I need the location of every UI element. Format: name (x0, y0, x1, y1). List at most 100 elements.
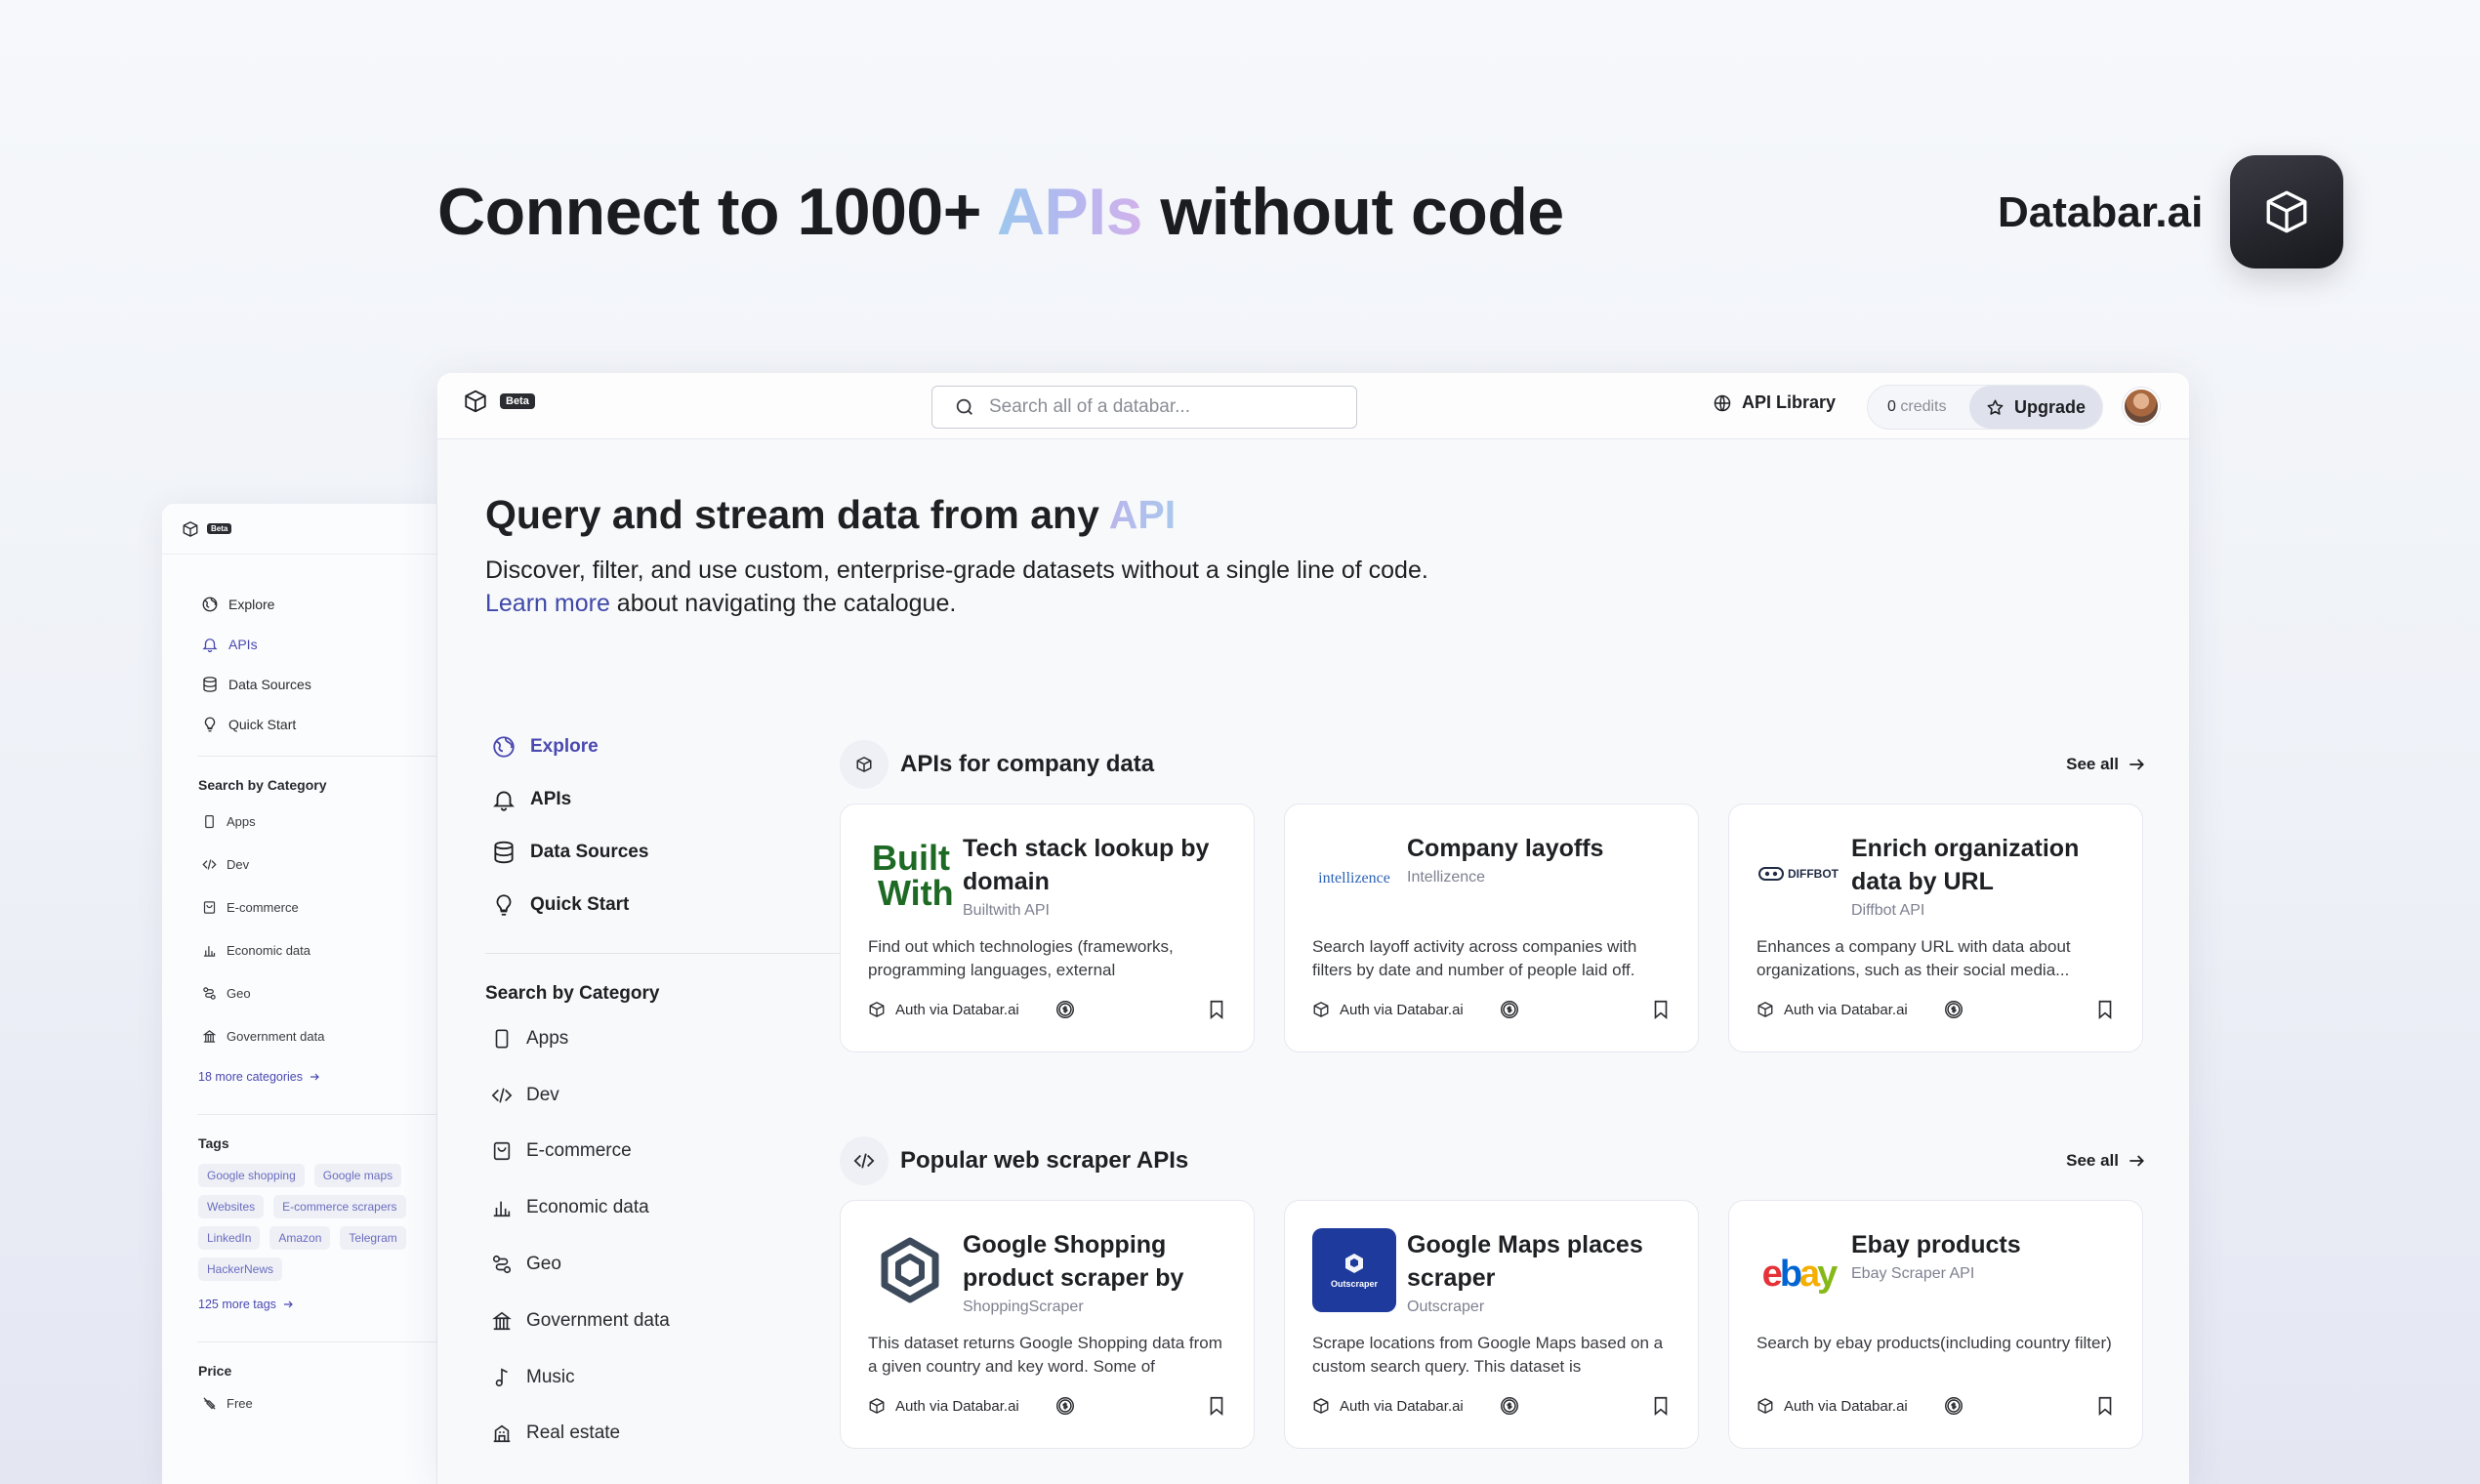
api-card[interactable]: DIFFBOT Enrich organization data by URL … (1728, 804, 2143, 1052)
tag[interactable]: Google shopping (198, 1164, 305, 1187)
back-category-apps[interactable]: Apps (162, 800, 436, 843)
nav-apis[interactable]: APIs (485, 773, 856, 826)
auth-label: Auth via Databar.ai (895, 1397, 1019, 1415)
dollar-coin-icon (1944, 1397, 1963, 1415)
more-categories-link[interactable]: 18 more categories (162, 1057, 436, 1096)
api-card[interactable]: ebay Ebay products Ebay Scraper API Sear… (1728, 1200, 2143, 1449)
upgrade-button[interactable]: Upgrade (1969, 386, 2102, 429)
description-tail: about navigating the catalogue. (609, 590, 957, 617)
back-nav-label: Data Sources (228, 676, 311, 692)
back-nav-apis[interactable]: APIs (162, 624, 436, 664)
card-source: Intellizence (1407, 869, 1486, 886)
tag[interactable]: Google maps (313, 1164, 402, 1187)
cube-icon (183, 520, 198, 537)
auth-label: Auth via Databar.ai (1340, 1397, 1464, 1415)
credits-group: 0 credits Upgrade (1867, 385, 2103, 430)
tag[interactable]: Amazon (269, 1226, 331, 1250)
page-title: Query and stream data from any API (485, 492, 1176, 538)
code-icon (853, 1153, 875, 1169)
card-title: Google Maps places scraper (1407, 1231, 1643, 1292)
description-line-2: Learn more about navigating the catalogu… (485, 587, 1428, 620)
nav-data-sources[interactable]: Data Sources (485, 826, 856, 879)
app-logo[interactable]: Beta (463, 389, 535, 414)
dollar-coin-icon (1944, 1001, 1963, 1018)
category-dev[interactable]: Dev (485, 1067, 856, 1124)
route-icon (203, 986, 216, 1000)
card-description: Enhances a company URL with data about o… (1757, 937, 2071, 979)
user-avatar[interactable] (2123, 388, 2160, 425)
card-title: Company layoffs (1407, 835, 1604, 862)
api-card[interactable]: Google Shopping product scraper by Shopp… (840, 1200, 1255, 1449)
logo-text: intellizence (1318, 870, 1390, 886)
tag[interactable]: Telegram (340, 1226, 406, 1250)
bookmark-icon (1210, 1396, 1223, 1417)
card-source: Diffbot API (1851, 902, 1925, 919)
diffbot-logo: DIFFBOT (1757, 832, 1840, 916)
lightbulb-icon (204, 717, 216, 731)
learn-more-link[interactable]: Learn more (485, 590, 610, 617)
category-government-data[interactable]: Government data (485, 1293, 856, 1349)
category-label: Dev (227, 856, 250, 872)
api-card[interactable]: Outscraper Google Maps places scraper Ou… (1284, 1200, 1699, 1449)
cube-icon (1313, 1002, 1329, 1017)
category-label: Apps (526, 1027, 569, 1049)
bell-icon (202, 638, 218, 652)
background-sidebar-preview: Beta Explore APIs Data Sources Quick Sta… (162, 504, 437, 1484)
logo-letter: e (1761, 1253, 1783, 1295)
credits-display: 0 credits (1868, 398, 1969, 416)
card-description: Find out which technologies (frameworks,… (868, 937, 1174, 979)
nav-explore[interactable]: Explore (485, 721, 856, 773)
back-category-geo[interactable]: Geo (162, 971, 436, 1014)
intellizence-logo: intellizence (1312, 832, 1396, 916)
page-description: Discover, filter, and use custom, enterp… (485, 554, 1428, 620)
more-categories-label: 18 more categories (198, 1070, 304, 1084)
category-real-estate[interactable]: Real estate (485, 1406, 856, 1463)
back-nav-label: APIs (228, 636, 258, 652)
tag[interactable]: E-commerce scrapers (273, 1195, 406, 1218)
see-all-label: See all (2066, 755, 2119, 773)
search-input[interactable] (989, 396, 1321, 418)
tag[interactable]: HackerNews (198, 1257, 283, 1281)
category-music[interactable]: Music (485, 1349, 856, 1406)
brand-name: Databar.ai (1998, 188, 2204, 236)
category-apps[interactable]: Apps (485, 1010, 856, 1067)
search-box[interactable] (931, 386, 1357, 429)
more-tags-link[interactable]: 125 more tags (162, 1285, 436, 1324)
card-title: Tech stack lookup by domain (963, 835, 1210, 895)
back-category-economic[interactable]: Economic data (162, 928, 436, 971)
api-card[interactable]: intellizence Company layoffs Intellizenc… (1284, 804, 1699, 1052)
back-category-ecommerce[interactable]: E-commerce (162, 886, 436, 928)
category-economic-data[interactable]: Economic data (485, 1179, 856, 1236)
back-category-dev[interactable]: Dev (162, 843, 436, 886)
back-nav-quick-start[interactable]: Quick Start (162, 704, 436, 744)
tag[interactable]: Websites (198, 1195, 265, 1218)
card-source: Builtwith API (963, 902, 1050, 919)
arrow-right-icon (2129, 759, 2144, 770)
more-tags-label: 125 more tags (198, 1298, 276, 1311)
back-sidebar-nav: Explore APIs Data Sources Quick Start (162, 555, 436, 744)
back-category-government[interactable]: Government data (162, 1014, 436, 1057)
category-label: Real estate (526, 1422, 621, 1444)
logo-letter: a (1799, 1253, 1820, 1295)
category-geo[interactable]: Geo (485, 1236, 856, 1293)
api-card[interactable]: Built With Tech stack lookup by domain B… (840, 804, 1255, 1052)
phone-icon (205, 814, 214, 828)
price-free-option[interactable]: Free (162, 1385, 436, 1421)
back-nav-explore[interactable]: Explore (162, 584, 436, 624)
category-ecommerce[interactable]: E-commerce (485, 1124, 856, 1180)
logo-text: Outscraper (1330, 1279, 1379, 1289)
nav-quick-start[interactable]: Quick Start (485, 879, 856, 931)
bar-chart-icon (203, 945, 216, 957)
card-source: Outscraper (1407, 1298, 1485, 1315)
api-library-link[interactable]: API Library (1713, 392, 1836, 413)
dollar-coin-icon (1500, 1397, 1518, 1415)
card-description: This dataset returns Google Shopping dat… (868, 1334, 1222, 1376)
see-all-button[interactable]: See all (2066, 1151, 2166, 1171)
cube-icon (1757, 1002, 1773, 1017)
see-all-button[interactable]: See all (2066, 755, 2166, 774)
card-description: Search by ebay products(including countr… (1757, 1334, 2112, 1352)
star-icon (1987, 399, 2004, 415)
tag[interactable]: LinkedIn (198, 1226, 261, 1250)
back-nav-data-sources[interactable]: Data Sources (162, 664, 436, 704)
card-footer: Auth via Databar.ai (1312, 1395, 1674, 1417)
